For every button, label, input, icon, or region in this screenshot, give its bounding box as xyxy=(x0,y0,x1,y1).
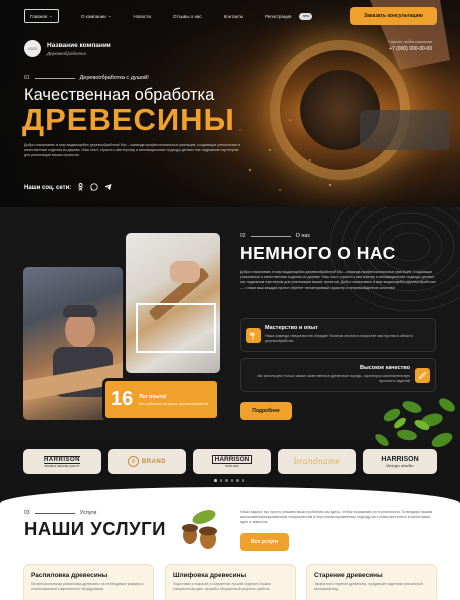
chevron-down-icon: ⌄ xyxy=(49,13,53,18)
hero-description: Добро пожаловать в мир выдающейся дерево… xyxy=(24,143,241,158)
brand-name: brandname xyxy=(293,457,341,466)
brand-name: HARRISON xyxy=(43,455,80,464)
carpenter-cap xyxy=(63,305,97,317)
divider xyxy=(34,77,75,79)
whatsapp-icon[interactable] xyxy=(90,183,98,193)
social-links: Наши соц. сети: xyxy=(24,183,112,193)
feature-title: Высокое качество xyxy=(360,365,410,371)
section-number: 01 xyxy=(24,75,30,81)
brand-sub: ESTD 2020 xyxy=(225,465,239,468)
about-tagline: 02 О нас xyxy=(240,233,310,239)
carousel-dot[interactable] xyxy=(225,479,228,482)
contact-label: Горячая линия компании xyxy=(388,40,432,44)
service-title: Распиловка древесины xyxy=(31,572,108,579)
experience-years: 16 xyxy=(111,388,134,410)
brand-name: BRAND xyxy=(141,458,167,465)
section-number: 03 xyxy=(24,510,30,516)
experience-subtitle: Мы работаем на рынке деревообработки xyxy=(139,401,209,406)
services-tagline: 03 Услуги xyxy=(24,510,96,516)
wood-rings-decoration xyxy=(330,207,460,312)
service-card[interactable]: Старение древесины Эффектное старение др… xyxy=(306,564,437,600)
contact-phone[interactable]: +7 (000) 000-00-00 xyxy=(388,46,432,52)
nav-news[interactable]: Новости xyxy=(134,14,151,19)
service-card[interactable]: Шлифовка древесины Подготовка к покраске… xyxy=(165,564,296,600)
saw-icon xyxy=(415,368,430,383)
section-tag: Деревообработка с душой! xyxy=(79,75,149,81)
hammer-icon xyxy=(246,328,261,343)
hand xyxy=(170,261,200,283)
brand-sub: ORIGINAL GENUINE QUALITY xyxy=(44,464,80,468)
services-title: НАШИ УСЛУГИ xyxy=(24,518,166,539)
section-tag: О нас xyxy=(295,233,311,239)
brand-logo[interactable]: HARRISON ESTD 2020 xyxy=(193,449,271,474)
brand-logo[interactable]: brandname xyxy=(278,449,356,474)
service-description: Подготовка к покраске и сохранение лучше… xyxy=(173,582,271,591)
nav-reviews[interactable]: Отзывы о нас xyxy=(173,14,202,19)
service-card[interactable]: Распиловка древесины Профессиональная ра… xyxy=(23,564,154,600)
section-tag: Услуги xyxy=(79,510,97,516)
chevron-down-icon: ⌄ xyxy=(107,13,112,18)
brand-logo[interactable]: B BRAND xyxy=(108,449,186,474)
nav-about-label: О компании xyxy=(80,13,106,19)
wood-frame xyxy=(136,303,216,353)
leaves-decoration xyxy=(375,398,455,448)
brand-name: HARRISON xyxy=(211,455,253,464)
services-description: Наши задачи: мы просто решаем ваши пробл… xyxy=(240,510,433,525)
divider xyxy=(34,512,75,514)
brand-name: HARRISON xyxy=(381,455,419,463)
acorn-illustration xyxy=(182,510,217,549)
carousel-dot[interactable] xyxy=(214,479,217,482)
telegram-icon[interactable] xyxy=(104,183,112,193)
company-logo[interactable]: LOGO xyxy=(24,40,41,57)
painting-photo xyxy=(126,233,220,373)
brand-logo[interactable]: HARRISON design studio xyxy=(363,449,437,474)
ok-icon[interactable] xyxy=(77,183,84,193)
socials-label: Наши соц. сети: xyxy=(24,185,72,191)
contact-block: Горячая линия компании +7 (000) 000-00-0… xyxy=(388,40,432,52)
nav-contacts[interactable]: Контакты xyxy=(224,14,243,19)
company-name: Название компании xyxy=(47,41,111,49)
hero-tagline: 01 Деревообработка с душой! xyxy=(24,75,149,81)
nav-home-label: Главная xyxy=(30,13,48,19)
service-title: Шлифовка древесины xyxy=(173,572,247,579)
feature-card: Высокое качество Мы используем только са… xyxy=(240,358,436,392)
all-services-button[interactable]: Все услуги xyxy=(240,533,289,551)
carousel-dot[interactable] xyxy=(230,479,233,482)
service-description: Профессиональная распиловка древесины на… xyxy=(31,582,145,591)
divider xyxy=(250,235,291,237)
carousel-dot[interactable] xyxy=(236,479,239,482)
company-subtitle: Деревообработка xyxy=(47,50,86,56)
feature-card: Мастерство и опыт Наша команда специалис… xyxy=(240,318,436,352)
hero-title-line2: ДРЕВЕСИНЫ xyxy=(22,102,235,137)
company-block: LOGO Название компании Деревообработка xyxy=(24,40,111,57)
experience-title: Лет опыта! xyxy=(139,393,167,400)
about-title: НЕМНОГО О НАС xyxy=(240,243,396,263)
new-badge: new xyxy=(299,12,313,20)
section-number: 02 xyxy=(240,233,246,239)
feature-description: Мы используем только самые качественные … xyxy=(257,374,410,383)
brand-logo[interactable]: HARRISON ORIGINAL GENUINE QUALITY xyxy=(23,449,101,474)
carousel-dot[interactable] xyxy=(241,479,244,482)
nav-register[interactable]: Регистрация xyxy=(265,14,291,19)
carousel-dots xyxy=(214,479,244,482)
service-description: Эффектное старение древесины, придающее … xyxy=(314,582,423,591)
carpenter-face xyxy=(65,312,95,348)
brand-emblem-icon: B xyxy=(127,456,139,467)
main-nav: Главная ⌄ О компании ⌄ Новости Отзывы о на… xyxy=(24,9,313,23)
about-description: Добро пожаловать в мир выдающейся дерево… xyxy=(240,270,436,290)
experience-badge: 16 Лет опыта! Мы работаем на рынке дерев… xyxy=(102,378,220,421)
carousel-dot[interactable] xyxy=(219,479,222,482)
service-title: Старение древесины xyxy=(314,572,383,579)
nav-home[interactable]: Главная ⌄ xyxy=(24,9,59,23)
feature-description: Наша команда специалистов обладает богат… xyxy=(265,334,413,343)
nav-about[interactable]: О компании ⌄ xyxy=(81,13,112,19)
brand-sub: design studio xyxy=(386,462,414,468)
consultation-button[interactable]: Заказать консультацию xyxy=(350,7,437,25)
feature-title: Мастерство и опыт xyxy=(265,325,318,331)
more-button[interactable]: Подробнее xyxy=(240,402,292,420)
